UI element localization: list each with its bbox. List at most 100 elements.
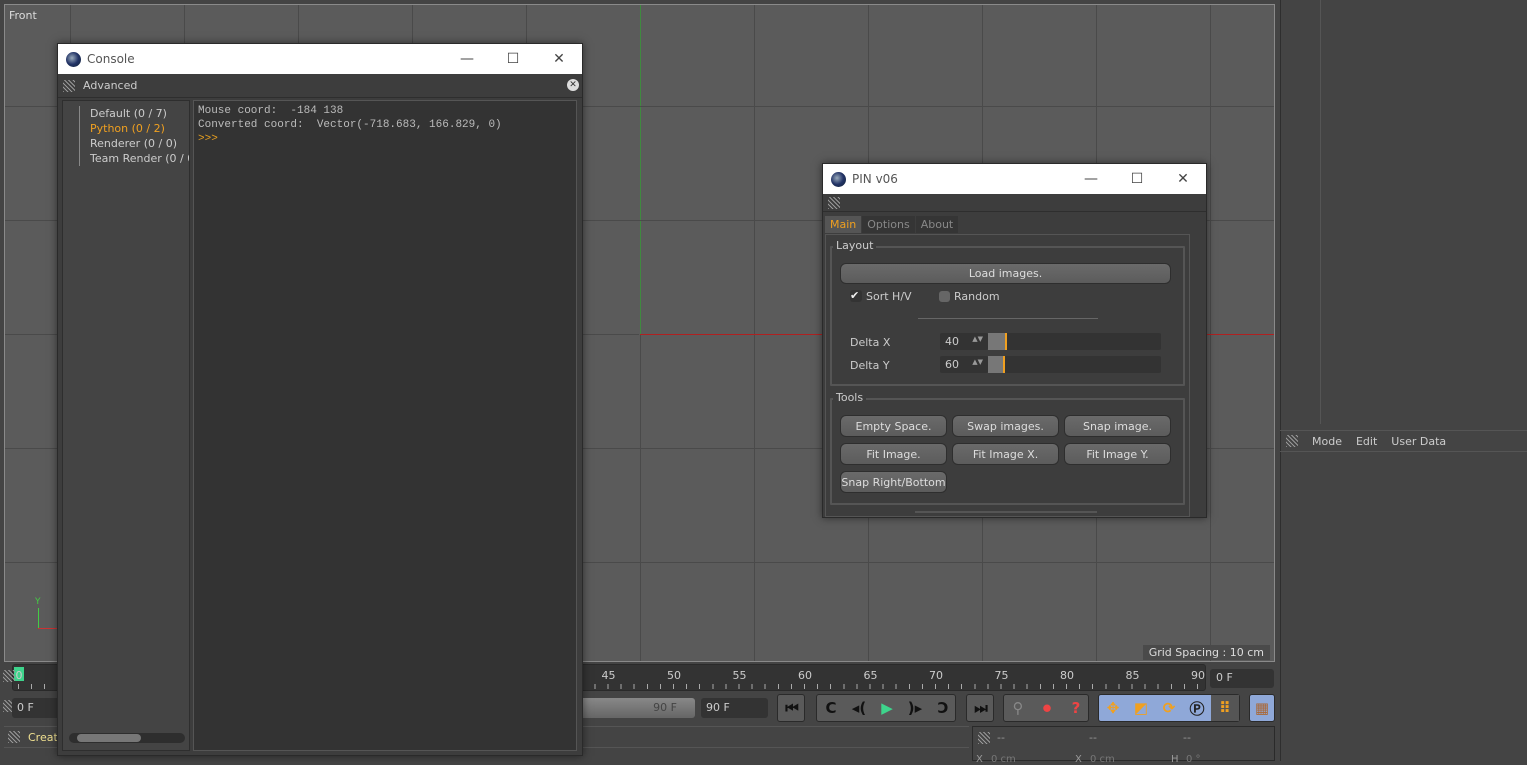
cinema4d-logo-icon (831, 171, 846, 187)
console-tree: Default (0 / 7) Python (0 / 2) Renderer (0… (62, 100, 190, 751)
viewport-label: Front (9, 9, 37, 22)
current-frame-field[interactable]: 0 F (1210, 669, 1274, 688)
console-output[interactable]: Mouse coord: -184 138 Converted coord: V… (193, 100, 577, 751)
output-line: Mouse coord: -184 138 (198, 105, 344, 117)
close-button[interactable]: ✕ (1160, 164, 1206, 194)
swap-images-button[interactable]: Swap images. (952, 415, 1059, 437)
coord-field[interactable]: 0 cm (1090, 754, 1115, 765)
minimize-button[interactable]: — (444, 44, 490, 74)
console-tree-item[interactable]: Default (0 / 7) (79, 106, 189, 121)
menu-mode[interactable]: Mode (1312, 435, 1342, 448)
console-title: Console (87, 52, 135, 66)
empty-space-button[interactable]: Empty Space. (840, 415, 947, 437)
grip-icon[interactable] (3, 670, 15, 682)
pin-title: PIN v06 (852, 172, 898, 186)
timeline-tick-label: 65 (863, 669, 878, 682)
timeline-tick-label: 90 (1191, 669, 1205, 682)
console-tree-item[interactable]: Team Render (0 / 0 (79, 151, 189, 166)
timeline-tick-label: 0 (15, 669, 23, 682)
coord-header: -- (1089, 731, 1097, 744)
resize-handle[interactable] (915, 511, 1097, 513)
go-end-button[interactable]: ⏭ (966, 694, 994, 722)
timeline-tick-label: 75 (994, 669, 1009, 682)
end-frame-value: 90 F (706, 701, 730, 714)
coord-field[interactable]: 0 cm (991, 754, 1016, 765)
fit-image-button[interactable]: Fit Image. (840, 443, 947, 465)
random-checkbox[interactable] (939, 291, 950, 302)
sort-hv-label: Sort H/V (866, 290, 912, 303)
tools-label: Tools (833, 391, 867, 404)
maximize-button[interactable]: ☐ (1114, 164, 1160, 194)
help-icon[interactable]: ? (1062, 695, 1090, 721)
grip-icon[interactable] (978, 732, 990, 744)
play-icon[interactable]: ▶ (873, 695, 901, 721)
rotate-icon[interactable]: ⟳ (1155, 695, 1183, 721)
close-button[interactable]: ✕ (536, 44, 582, 74)
coord-header: -- (997, 731, 1005, 744)
pin-tabs: Main Options About (825, 216, 959, 233)
scale-icon[interactable]: ◩ (1127, 695, 1155, 721)
timeline-tick-label: 50 (667, 669, 681, 682)
maximize-button[interactable]: ☐ (490, 44, 536, 74)
tab-options[interactable]: Options (862, 216, 915, 233)
console-titlebar[interactable]: Console — ☐ ✕ (58, 44, 582, 74)
coord-field[interactable]: 0 ° (1186, 754, 1201, 765)
delta-y-label: Delta Y (850, 359, 890, 372)
horizontal-scrollbar[interactable] (69, 733, 185, 743)
python-prompt[interactable]: >>> (198, 132, 572, 146)
record-group: ⚲ ⏺ ? (1003, 694, 1089, 722)
snap-right-bottom-button[interactable]: Snap Right/Bottom (840, 471, 947, 493)
end-frame-field[interactable]: 90 F (701, 698, 768, 718)
grid-spacing: Grid Spacing : 10 cm (1142, 645, 1270, 660)
delta-x-field[interactable]: 40 ▲▼ (940, 333, 988, 350)
coordinates-panel: -- -- -- X 0 cm X 0 cm H 0 ° (972, 726, 1275, 765)
grip-icon[interactable] (1286, 435, 1298, 447)
console-tree-item[interactable]: Renderer (0 / 0) (79, 136, 189, 151)
coord-axis: H (1171, 754, 1179, 765)
axis-y-label: Y (35, 597, 41, 607)
snap-image-button[interactable]: Snap image. (1064, 415, 1171, 437)
fit-image-x-button[interactable]: Fit Image X. (952, 443, 1059, 465)
prev-key-icon[interactable]: C (817, 695, 845, 721)
grip-icon[interactable] (828, 197, 840, 209)
menu-edit[interactable]: Edit (1356, 435, 1377, 448)
parameter-icon[interactable]: Ⓟ (1183, 695, 1211, 721)
coord-axis: X (1075, 754, 1082, 765)
next-frame-icon[interactable]: )▸ (901, 695, 929, 721)
grip-icon[interactable] (8, 731, 20, 743)
cinema4d-logo-icon (66, 51, 81, 67)
timeline-tick-label: 45 (601, 669, 616, 682)
go-start-button[interactable]: ⏮ (777, 694, 805, 722)
keyframe-icon[interactable]: ⚲ (1004, 695, 1032, 721)
range-end-value: 90 F (653, 701, 677, 714)
current-frame-value: 0 F (1216, 671, 1233, 684)
close-panel-icon[interactable]: ✕ (567, 79, 579, 91)
point-level-icon[interactable]: ⠿ (1211, 695, 1239, 721)
next-key-icon[interactable]: Ↄ (929, 695, 957, 721)
menu-user-data[interactable]: User Data (1391, 435, 1446, 448)
film-button[interactable]: ▦ (1249, 694, 1275, 722)
start-frame-value: 0 F (17, 701, 34, 714)
prev-frame-icon[interactable]: ◂( (845, 695, 873, 721)
delta-x-value: 40 (945, 335, 959, 348)
console-tree-item[interactable]: Python (0 / 2) (79, 121, 189, 136)
load-images-button[interactable]: Load images. (840, 263, 1171, 284)
delta-y-slider[interactable] (988, 356, 1161, 373)
menu-advanced[interactable]: Advanced (83, 79, 137, 92)
move-icon[interactable]: ✥ (1099, 695, 1127, 721)
fit-image-y-button[interactable]: Fit Image Y. (1064, 443, 1171, 465)
sort-hv-checkbox[interactable]: ✔ (850, 290, 862, 302)
coord-header: -- (1183, 731, 1191, 744)
scrollbar-thumb[interactable] (77, 734, 141, 742)
autokey-icon[interactable]: ⏺ (1033, 695, 1061, 721)
go-end-icon: ⏭ (974, 699, 988, 717)
minimize-button[interactable]: — (1068, 164, 1114, 194)
pin-titlebar[interactable]: PIN v06 — ☐ ✕ (823, 164, 1206, 194)
delta-x-slider[interactable] (988, 333, 1161, 350)
tab-about[interactable]: About (915, 216, 959, 233)
separator (918, 318, 1098, 319)
grip-icon[interactable] (63, 79, 75, 92)
tab-main[interactable]: Main (825, 216, 862, 233)
frame-range-slider[interactable]: 90 F (580, 698, 695, 718)
delta-y-field[interactable]: 60 ▲▼ (940, 356, 988, 373)
